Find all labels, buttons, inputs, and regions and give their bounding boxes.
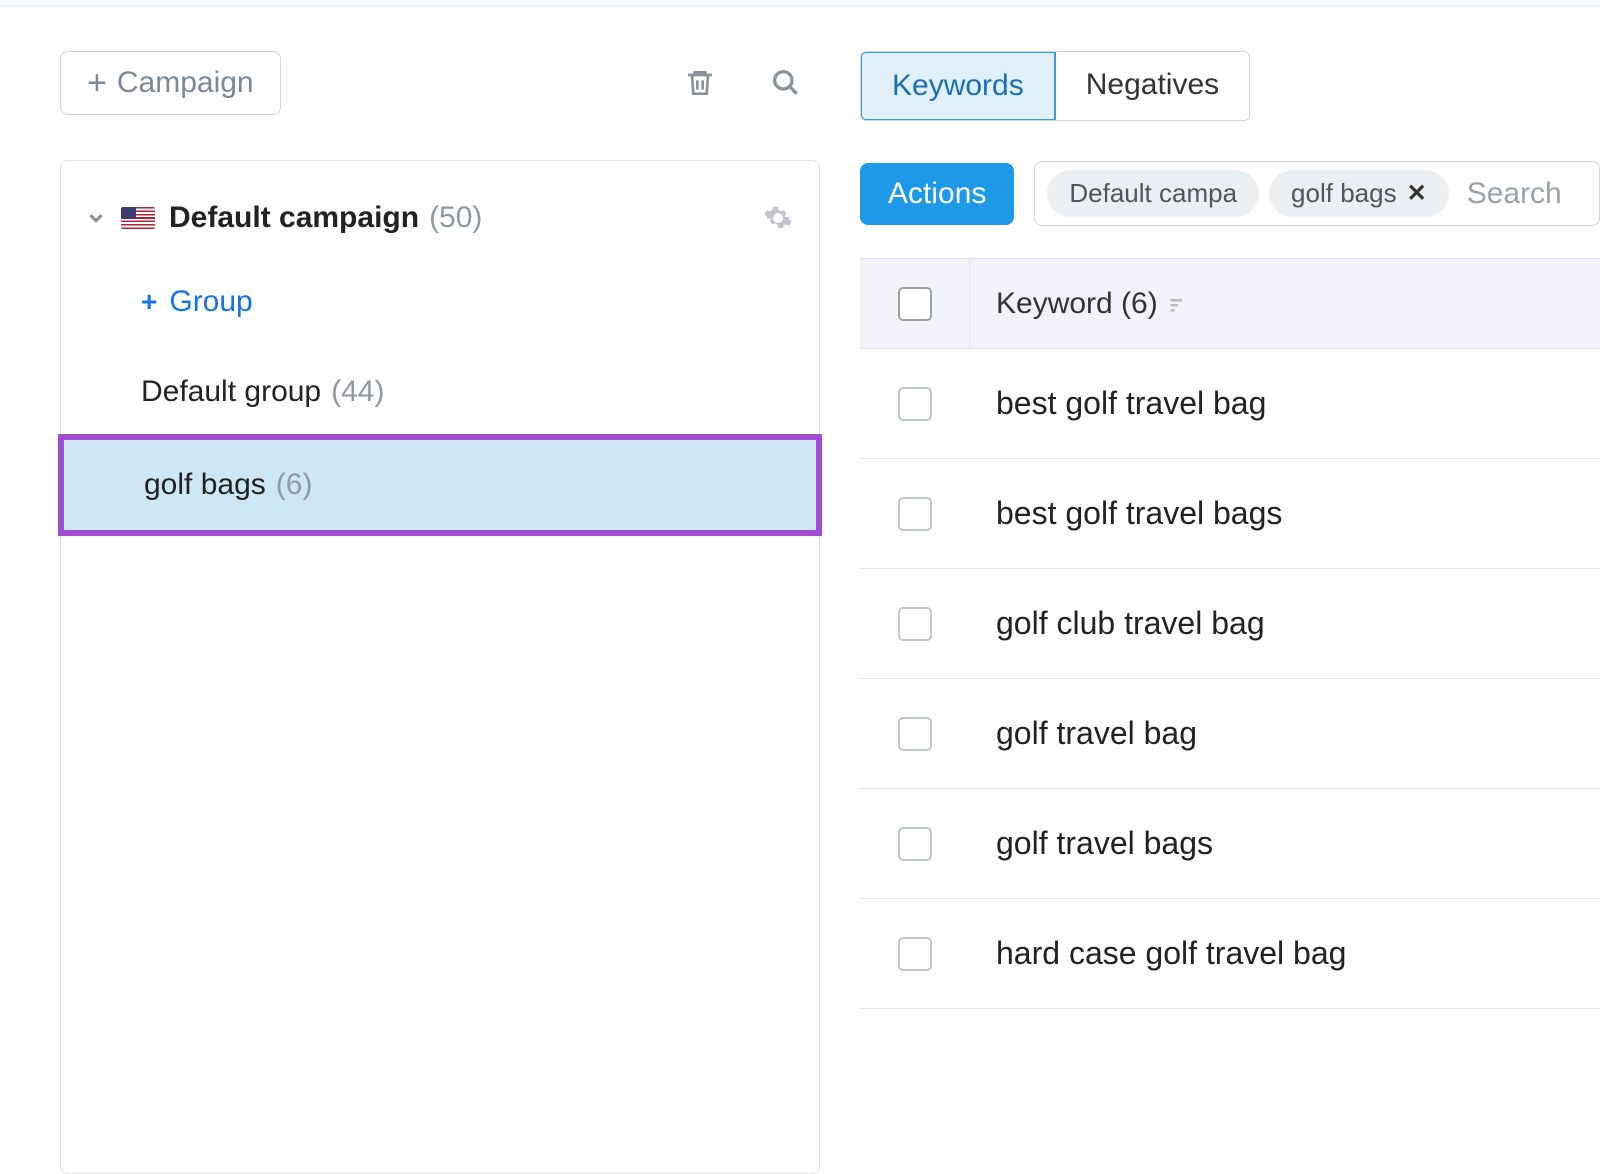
table-row[interactable]: best golf travel bags xyxy=(860,459,1600,569)
group-name: Default group xyxy=(141,375,321,409)
actions-label: Actions xyxy=(888,177,986,210)
campaign-name: Default campaign xyxy=(169,201,419,235)
add-campaign-button[interactable]: + Campaign xyxy=(60,51,281,115)
table-row[interactable]: hard case golf travel bag xyxy=(860,899,1600,1009)
sort-icon[interactable] xyxy=(1168,294,1188,314)
table-header: Keyword (6) xyxy=(860,259,1600,349)
row-checkbox[interactable] xyxy=(898,937,932,971)
column-header-keyword[interactable]: Keyword (6) xyxy=(996,287,1158,321)
row-checkbox[interactable] xyxy=(898,717,932,751)
group-count: (44) xyxy=(331,375,384,409)
chip-label: golf bags xyxy=(1291,178,1397,209)
row-checkbox[interactable] xyxy=(898,497,932,531)
keyword-cell: hard case golf travel bag xyxy=(970,935,1346,972)
keyword-cell: best golf travel bags xyxy=(970,495,1282,532)
campaign-count: (50) xyxy=(429,201,482,235)
chip-label: Default campa xyxy=(1069,178,1237,209)
filter-box[interactable]: Default campa golf bags ✕ Search xyxy=(1034,161,1600,226)
add-group-label: Group xyxy=(169,285,252,319)
table-row[interactable]: golf travel bag xyxy=(860,679,1600,789)
campaign-tree: Default campaign (50) + Group Default gr… xyxy=(60,160,820,1174)
close-icon[interactable]: ✕ xyxy=(1407,179,1427,208)
plus-icon: + xyxy=(87,66,107,100)
table-row[interactable]: best golf travel bag xyxy=(860,349,1600,459)
filter-chip-campaign[interactable]: Default campa xyxy=(1047,170,1259,217)
sidebar-group-golf-bags[interactable]: golf bags (6) xyxy=(58,434,822,536)
table-row[interactable]: golf club travel bag xyxy=(860,569,1600,679)
row-checkbox[interactable] xyxy=(898,827,932,861)
row-checkbox[interactable] xyxy=(898,387,932,421)
keyword-cell: golf travel bags xyxy=(970,825,1213,862)
search-icon[interactable] xyxy=(762,59,810,107)
add-group-button[interactable]: + Group xyxy=(61,257,819,347)
tabs: Keywords Negatives xyxy=(860,51,1250,121)
filter-chip-group[interactable]: golf bags ✕ xyxy=(1269,170,1449,217)
us-flag-icon xyxy=(121,207,155,229)
keyword-cell: best golf travel bag xyxy=(970,385,1266,422)
keyword-cell: golf travel bag xyxy=(970,715,1197,752)
actions-button[interactable]: Actions xyxy=(860,163,1014,225)
trash-icon[interactable] xyxy=(676,59,724,107)
add-campaign-label: Campaign xyxy=(117,66,254,100)
chevron-down-icon xyxy=(85,207,107,229)
search-placeholder: Search xyxy=(1467,177,1562,211)
group-name: golf bags xyxy=(144,468,266,502)
keyword-cell: golf club travel bag xyxy=(970,605,1265,642)
plus-icon: + xyxy=(141,288,157,316)
row-checkbox[interactable] xyxy=(898,607,932,641)
keyword-table: Keyword (6) best golf travel bag best go… xyxy=(860,258,1600,1009)
group-count: (6) xyxy=(276,468,313,502)
tab-keywords[interactable]: Keywords xyxy=(860,51,1056,121)
tab-label: Negatives xyxy=(1086,68,1219,101)
tab-negatives[interactable]: Negatives xyxy=(1055,52,1249,120)
select-all-checkbox[interactable] xyxy=(898,287,932,321)
gear-icon[interactable] xyxy=(763,203,793,233)
table-row[interactable]: golf travel bags xyxy=(860,789,1600,899)
tab-label: Keywords xyxy=(892,69,1024,102)
sidebar-group-default[interactable]: Default group (44) xyxy=(61,347,819,437)
campaign-header[interactable]: Default campaign (50) xyxy=(61,179,819,257)
